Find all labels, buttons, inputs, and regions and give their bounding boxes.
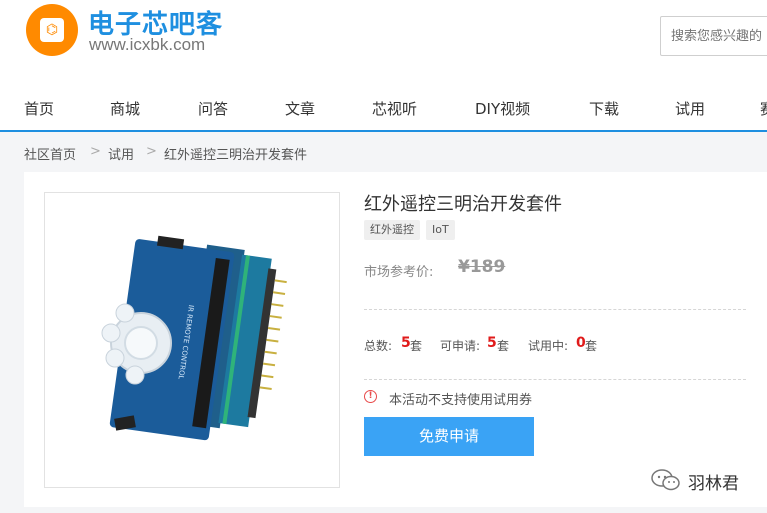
nav-item-diy-video[interactable]: DIY视频 [475,98,530,119]
nav-item-mall[interactable]: 商城 [110,98,140,119]
watermark-text: 羽林君 [688,474,739,494]
apply-button[interactable]: 免费申请 [364,417,534,456]
nav-item-video[interactable]: 芯视听 [372,98,417,119]
breadcrumb: 社区首页 > 试用 > 红外遥控三明治开发套件 [0,132,767,172]
stat-trial-unit: 套 [585,339,598,353]
price-value: ¥189 [458,257,506,277]
breadcrumb-trial[interactable]: 试用 [108,144,134,163]
divider [364,309,746,310]
divider [364,379,746,380]
wechat-icon [651,469,680,491]
stat-available-label: 可申请: [440,339,481,353]
site-header: ⌬ 电子芯吧客 www.icxbk.com [0,0,767,88]
product-image[interactable]: IR REMOTE CONTROL [44,192,340,488]
warning-icon: ! [364,390,377,403]
price-label: 市场参考价: [364,265,434,280]
stat-available-value: 5 [487,335,497,351]
logo-icon[interactable]: ⌬ [26,4,78,56]
breadcrumb-community-home[interactable]: 社区首页 [24,144,76,163]
breadcrumb-separator: > [146,144,157,159]
product-title: 红外遥控三明治开发套件 [364,194,562,215]
chip-icon: ⌬ [40,18,64,42]
tag-iot[interactable]: IoT [426,220,455,240]
notice-text: 本活动不支持使用试用券 [389,393,533,408]
brand-url[interactable]: www.icxbk.com [89,35,205,55]
stat-trial-label: 试用中: [528,339,569,353]
stat-total-unit: 套 [410,339,423,353]
breadcrumb-current: 红外遥控三明治开发套件 [164,148,308,163]
main-nav: 首页 商城 问答 文章 芯视听 DIY视频 下载 试用 赛 [0,88,767,132]
nav-item-download[interactable]: 下载 [589,98,619,119]
breadcrumb-separator: > [90,144,101,159]
tag-ir-remote[interactable]: 红外遥控 [364,220,420,240]
stat-available-unit: 套 [497,339,510,353]
stat-total-label: 总数: [364,339,393,353]
dev-board-illustration: IR REMOTE CONTROL [101,235,287,441]
nav-item-articles[interactable]: 文章 [285,98,315,119]
nav-item-qa[interactable]: 问答 [198,98,228,119]
nav-item-trial[interactable]: 试用 [675,98,705,119]
nav-item-home[interactable]: 首页 [24,98,54,119]
search-input[interactable] [661,17,767,55]
search-box[interactable] [660,16,767,56]
nav-item-contest[interactable]: 赛 [760,98,767,119]
